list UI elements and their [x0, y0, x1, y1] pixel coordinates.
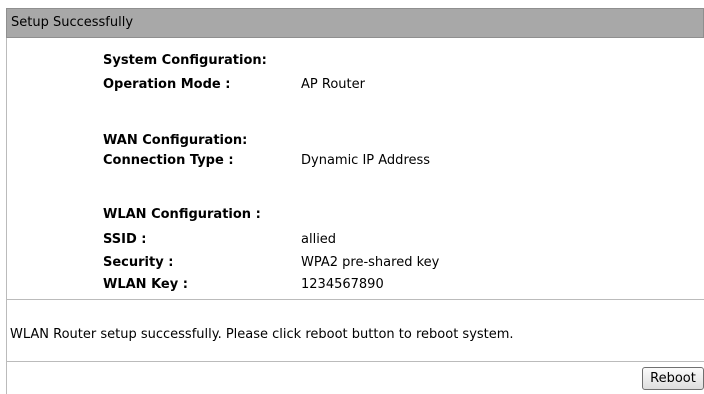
connection-type-value: Dynamic IP Address [301, 153, 431, 168]
ssid-value: allied [301, 232, 337, 247]
status-message-box: WLAN Router setup successfully. Please c… [6, 300, 704, 362]
action-bar: Reboot [6, 362, 704, 394]
wlan-config-heading: WLAN Configuration : [103, 207, 261, 222]
reboot-button[interactable]: Reboot [642, 367, 704, 390]
operation-mode-value: AP Router [301, 77, 365, 92]
wan-config-heading: WAN Configuration: [103, 133, 248, 148]
operation-mode-label: Operation Mode : [103, 77, 231, 92]
security-value: WPA2 pre-shared key [301, 255, 440, 270]
system-config-heading: System Configuration: [103, 53, 267, 68]
wlan-key-label: WLAN Key : [103, 277, 188, 292]
security-label: Security : [103, 255, 174, 270]
setup-success-page: Setup Successfully System Configuration:… [0, 0, 704, 394]
wlan-key-value: 1234567890 [301, 277, 384, 292]
configuration-summary: System Configuration: Operation Mode : A… [6, 38, 704, 300]
page-title: Setup Successfully [11, 15, 134, 30]
page-header: Setup Successfully [6, 8, 704, 38]
status-message: WLAN Router setup successfully. Please c… [10, 327, 514, 342]
ssid-label: SSID : [103, 232, 147, 247]
connection-type-label: Connection Type : [103, 153, 234, 168]
